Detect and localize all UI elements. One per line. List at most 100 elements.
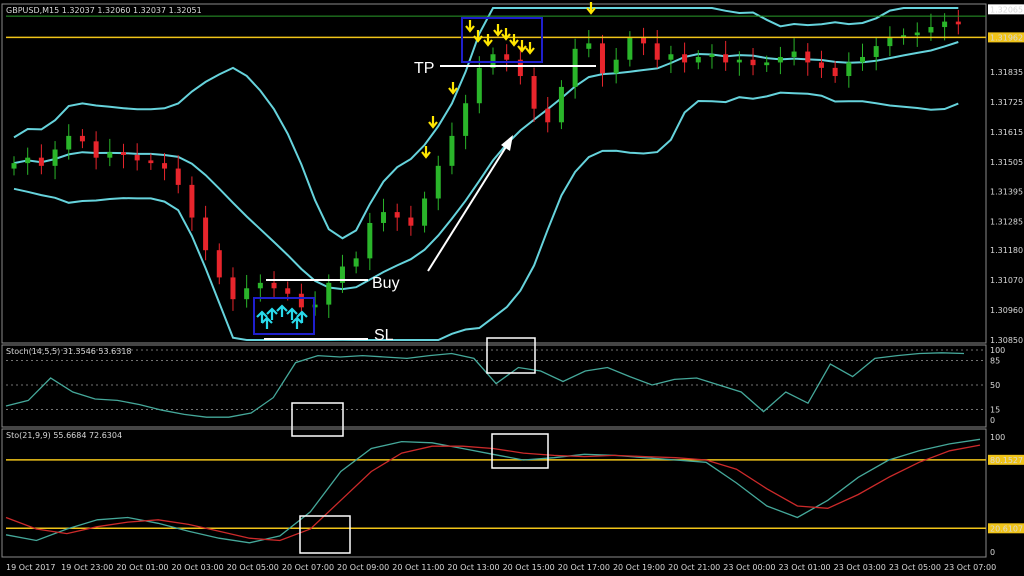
stoch1-y-tick-label: 15 xyxy=(990,406,1000,415)
candle-body xyxy=(695,56,701,63)
bollinger-middle xyxy=(13,41,959,291)
candle-body xyxy=(846,62,852,77)
candle-body xyxy=(641,37,647,44)
y-tick-label: 1.31285 xyxy=(990,218,1023,227)
candle-body xyxy=(942,21,948,28)
buy-arrow-icon xyxy=(261,316,273,329)
x-tick-label: 20 Oct 05:00 xyxy=(227,563,279,572)
candle-body xyxy=(52,149,58,166)
candle-body xyxy=(230,277,236,300)
y-tick-label: 1.31505 xyxy=(990,158,1023,167)
y-axis-labels: 1.32065 1.31962 1.31835 1.31725 1.31615 1.315… xyxy=(988,4,1024,557)
x-tick-label: 20 Oct 13:00 xyxy=(447,563,499,572)
y-tick-label: 1.31615 xyxy=(990,128,1023,137)
sell-arrow-icon xyxy=(509,34,519,47)
x-tick-label: 20 Oct 21:00 xyxy=(668,563,720,572)
x-tick-label: 23 Oct 01:00 xyxy=(778,563,830,572)
stoch2-y-tick-label: 80.1527 xyxy=(990,456,1023,465)
sl-label: SL xyxy=(374,327,394,344)
candle-body xyxy=(832,67,838,77)
candle-body xyxy=(627,37,633,60)
candle-body xyxy=(271,282,277,289)
candle-body xyxy=(244,288,250,300)
candle-body xyxy=(134,154,140,161)
x-axis-labels: 19 Oct 2017 19 Oct 23:00 20 Oct 01:00 20 Oc… xyxy=(6,563,996,572)
stoch2-lines xyxy=(5,438,981,544)
buy-arrow-icon xyxy=(296,310,308,323)
candle-body xyxy=(38,157,44,166)
stoch2-y-tick-label: 100 xyxy=(990,433,1005,442)
y-tick-label: 1.32065 xyxy=(990,5,1023,14)
stoch1-y-tick-label: 85 xyxy=(990,357,1000,366)
buy-arrow-icon xyxy=(276,304,288,317)
bollinger-bands xyxy=(13,7,959,341)
candle-body xyxy=(654,43,660,60)
y-tick-label: 1.31835 xyxy=(990,68,1023,77)
stoch2-main-line xyxy=(5,438,981,544)
price-chart-svg[interactable]: GBPUSD,M15 1.32037 1.32060 1.32037 1.320… xyxy=(0,0,1024,576)
stoch1-lines xyxy=(5,352,965,418)
stoch2-bottom-box xyxy=(299,515,351,554)
candle-body xyxy=(504,54,510,60)
candle-body xyxy=(873,46,879,57)
x-tick-label: 23 Oct 05:00 xyxy=(889,563,941,572)
candle-body xyxy=(531,76,537,109)
y-tick-label: 1.31180 xyxy=(990,246,1023,255)
sell-arrow-icon xyxy=(465,20,475,33)
candle-body xyxy=(408,217,414,226)
y-tick-label: 1.31725 xyxy=(990,98,1023,107)
sell-zone-box xyxy=(461,17,543,63)
candle-body xyxy=(818,62,824,68)
candle-body xyxy=(435,165,441,199)
trend-arrow-shaft xyxy=(427,141,510,272)
x-tick-label: 20 Oct 15:00 xyxy=(503,563,555,572)
candle-body xyxy=(394,212,400,218)
sell-arrow-icon xyxy=(448,82,458,95)
sell-arrow-icon xyxy=(525,42,535,55)
candle-body xyxy=(11,163,17,169)
y-tick-label: 1.30850 xyxy=(990,336,1023,345)
candle-body xyxy=(25,157,31,164)
x-tick-label: 20 Oct 09:00 xyxy=(337,563,389,572)
candle-body xyxy=(257,282,263,289)
candle-body xyxy=(189,184,195,218)
candle-body xyxy=(175,168,181,185)
tp-label: TP xyxy=(414,60,434,77)
stoch1-y-tick-label: 50 xyxy=(990,381,1000,390)
candle-body xyxy=(162,163,168,169)
x-tick-label: 20 Oct 17:00 xyxy=(558,563,610,572)
buy-label: Buy xyxy=(372,275,400,292)
candle-body xyxy=(928,27,934,33)
stoch1-main-line xyxy=(5,352,965,418)
stoch2-header: Sto(21,9,9) 55.6684 72.6304 xyxy=(6,431,122,440)
sell-arrow-icon xyxy=(428,116,438,129)
candle-body xyxy=(750,59,756,66)
candle-body xyxy=(955,21,961,25)
x-tick-label: 20 Oct 03:00 xyxy=(172,563,224,572)
candle-body xyxy=(586,43,592,49)
candle-body xyxy=(216,250,222,278)
candle-body xyxy=(203,217,209,251)
candle-body xyxy=(353,258,359,267)
y-tick-label: 1.30960 xyxy=(990,306,1023,315)
candlesticks xyxy=(11,9,961,320)
x-tick-label: 23 Oct 07:00 xyxy=(944,563,996,572)
candle-body xyxy=(422,198,428,226)
candle-body xyxy=(476,67,482,104)
stoch1-y-tick-label: 100 xyxy=(990,346,1005,355)
bollinger-lower xyxy=(13,91,959,341)
x-tick-label: 20 Oct 11:00 xyxy=(392,563,444,572)
x-tick-label: 19 Oct 23:00 xyxy=(61,563,113,572)
stoch1-y-tick-label: 0 xyxy=(990,416,995,425)
x-tick-label: 23 Oct 03:00 xyxy=(834,563,886,572)
candle-body xyxy=(805,51,811,63)
x-tick-label: 20 Oct 19:00 xyxy=(613,563,665,572)
candle-body xyxy=(682,54,688,63)
stoch2-top-box xyxy=(491,433,549,469)
candle-body xyxy=(709,54,715,57)
candle-body xyxy=(791,51,797,57)
candle-body xyxy=(777,56,783,63)
buy-arrow-icon xyxy=(291,316,303,329)
candle-body xyxy=(887,37,893,47)
candle-body xyxy=(93,141,99,158)
